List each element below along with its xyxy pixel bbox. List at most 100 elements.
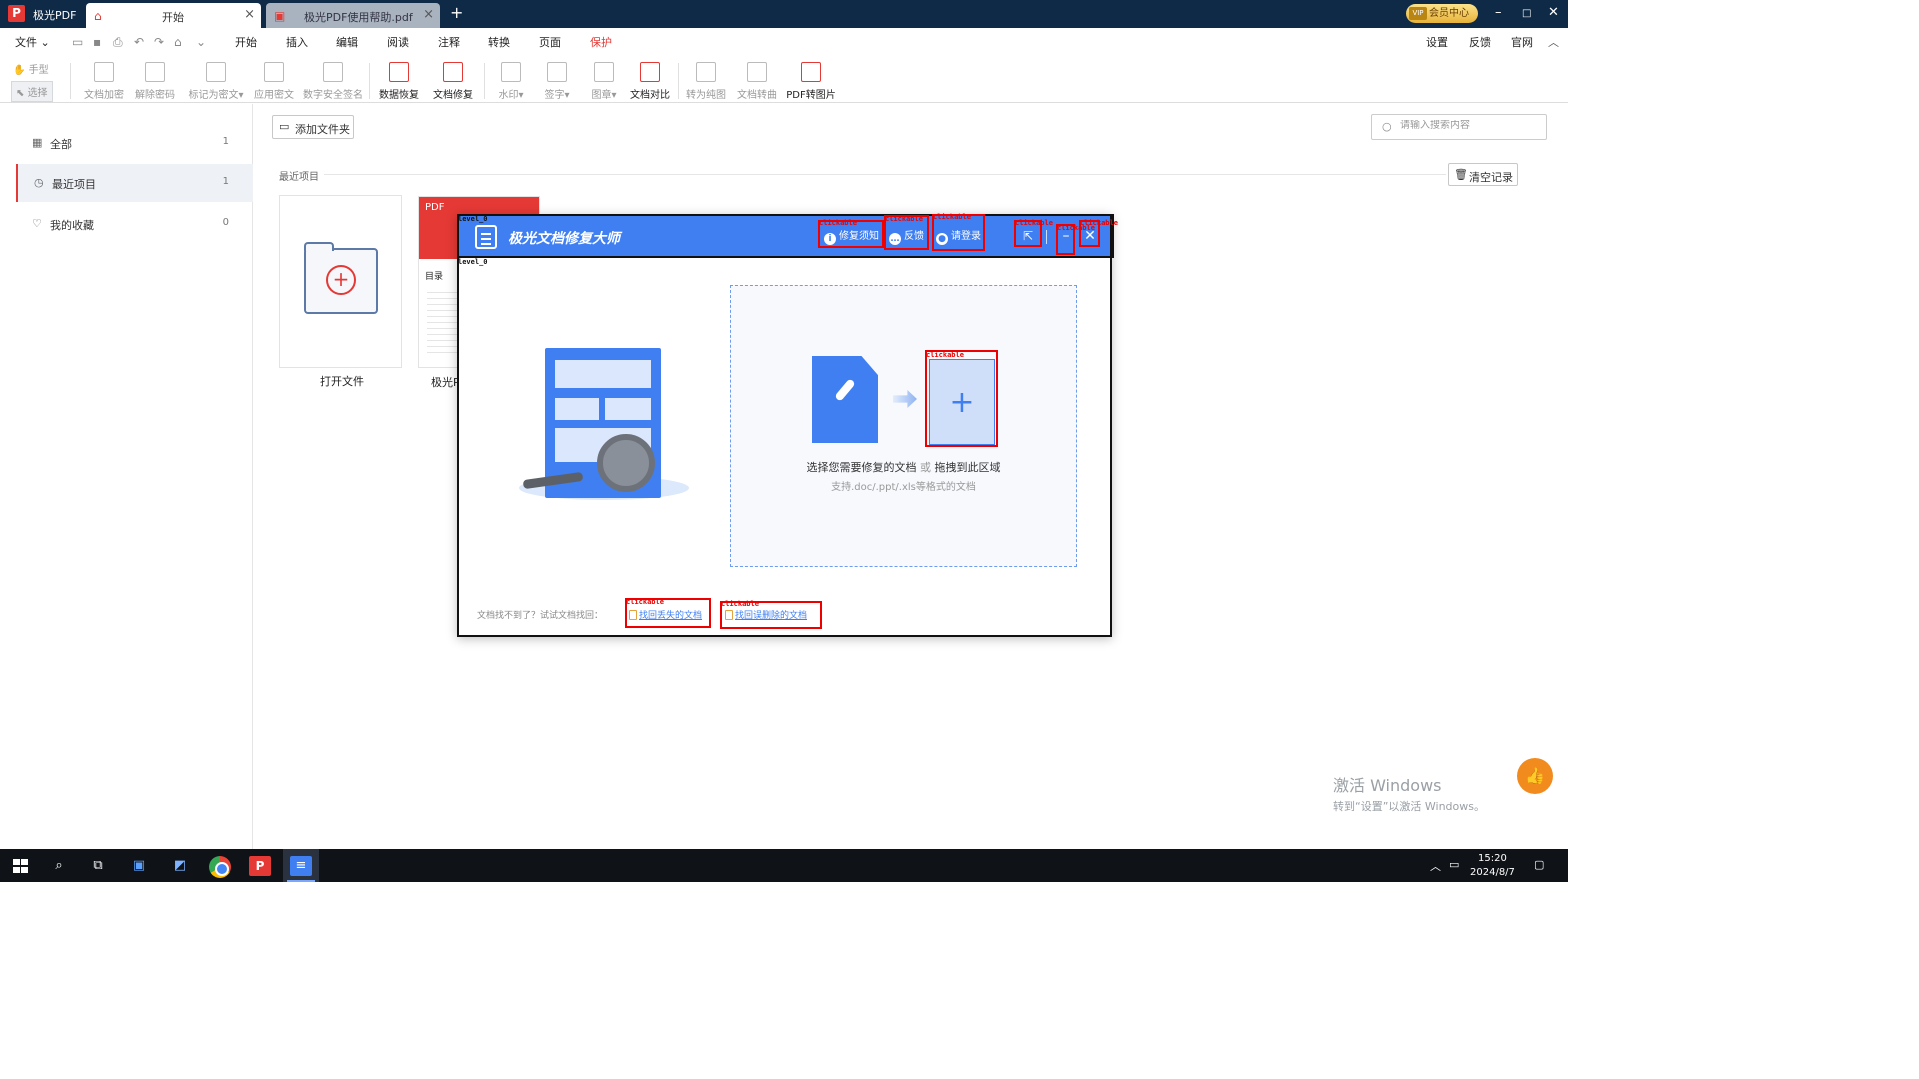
search-input[interactable] [1400,120,1540,131]
watermark-line2: 转到“设置”以激活 Windows。 [1333,800,1485,813]
login-button[interactable]: ● 请登录 [936,226,981,248]
chrome-icon[interactable] [209,856,231,878]
search-box[interactable]: ○ [1371,114,1547,140]
close-tab-icon[interactable]: × [244,7,255,22]
recover-deleted-documents-link[interactable]: 找回误删除的文档 [725,608,807,621]
menu-annotate[interactable]: 注释 [438,34,460,50]
outline-text-button[interactable]: 文档转曲 [735,62,779,101]
repair-illustration [509,326,699,526]
clickable-tag: clickable [626,598,664,606]
collapse-ribbon-icon[interactable]: ︿ [1548,34,1559,50]
dialog-header: 极光文档修复大师 i 修复须知 … 反馈 ● 请登录 ⇱ – ✕ [459,216,1110,258]
open-file-label: 打开文件 [320,375,364,388]
close-window-icon[interactable]: ✕ [1548,5,1559,20]
menu-protect[interactable]: 保护 [588,34,614,55]
sign-button[interactable]: 签字▾ [542,62,572,101]
network-icon[interactable]: ▭ [1449,858,1459,871]
add-folder-label: 添加文件夹 [295,123,350,136]
clickable-tag: clickable [1015,219,1053,227]
stamp-icon [594,62,614,82]
windows-taskbar: ⌕ ⧉ ▣ ◩ P ≡ ︿ ▭ 15:20 2024/8/7 ▢ [0,849,1568,882]
explorer-icon[interactable]: ▣ [128,856,150,876]
tab-pdf-document[interactable]: ▣ 极光PDF使用帮助.pdf × [266,3,440,28]
tab-home[interactable]: ⌂ 开始 × [86,3,261,28]
stamp-button[interactable]: 图章▾ [588,62,620,101]
sidebar-item-favorites[interactable]: ♡ 我的收藏 0 [16,205,253,243]
home-icon[interactable]: ⌂ [174,35,182,49]
undo-icon[interactable]: ↶ [134,35,144,49]
watermark-button[interactable]: 水印▾ [496,62,526,101]
apply-redaction-button[interactable]: 应用密文 [252,62,296,101]
info-icon: i [824,233,836,245]
like-icon[interactable]: 👍 [1517,758,1553,794]
remove-password-button[interactable]: 解除密码 [133,62,177,101]
settings-link[interactable]: 设置 [1426,34,1448,50]
repair-notice-button[interactable]: i 修复须知 [824,226,879,248]
menu-read[interactable]: 阅读 [387,34,409,50]
menu-convert[interactable]: 转换 [488,34,510,50]
menu-page[interactable]: 页面 [539,34,561,50]
menu-start[interactable]: 开始 [235,34,257,50]
redact-icon [206,62,226,82]
jiguang-pdf-taskbar-icon[interactable]: P [249,856,271,876]
recover-lost-documents-link[interactable]: 找回丢失的文档 [629,608,702,621]
divider [324,174,1446,175]
data-recovery-icon [389,62,409,82]
hand-tool[interactable]: ✋ 手型 [13,61,49,76]
clear-history-button[interactable]: 🗑 清空记录 [1448,163,1518,186]
dialog-feedback-button[interactable]: … 反馈 [889,226,924,248]
digital-signature-button[interactable]: 数字安全签名 [301,62,365,101]
add-file-button[interactable]: + [929,359,995,445]
feedback-link[interactable]: 反馈 [1469,34,1491,50]
add-folder-button[interactable]: ▭ 添加文件夹 [272,115,354,139]
website-link[interactable]: 官网 [1511,34,1533,50]
sidebar-item-count: 1 [222,176,229,187]
sidebar: ▦ 全部 1 ◷ 最近项目 1 ♡ 我的收藏 0 [0,104,253,849]
home-icon: ⌂ [94,9,102,23]
chevron-up-icon[interactable]: ︿ [1430,858,1441,874]
select-tool[interactable]: ⬉ 选择 [11,81,53,102]
pdf-to-image-button[interactable]: PDF转图片 [786,62,836,101]
new-tab-button[interactable]: + [450,3,463,22]
clickable-tag: clickable [819,219,857,227]
file-drop-zone[interactable]: + 选择您需要修复的文档 或 拖拽到此区域 支持.doc/.ppt/.xls等格… [730,285,1077,567]
app-icon[interactable]: ◩ [169,856,191,876]
arrow-right-icon [893,390,917,408]
supported-formats-text: 支持.doc/.ppt/.xls等格式的文档 [831,482,976,493]
sidebar-item-recent[interactable]: ◷ 最近项目 1 [16,164,253,202]
repair-tool-taskbar-icon[interactable]: ≡ [290,856,312,876]
pdf-image-icon [801,62,821,82]
encrypt-document-button[interactable]: 文档加密 [82,62,126,101]
search-icon[interactable]: ⌕ [48,856,70,876]
redo-icon[interactable]: ↷ [154,35,164,49]
save-icon[interactable]: ▪ [93,35,101,49]
clear-history-label: 清空记录 [1469,171,1513,184]
repair-dialog: 极光文档修复大师 i 修复须知 … 反馈 ● 请登录 ⇱ – ✕ + 选择您需要修复的… [457,214,1112,637]
vip-center-button[interactable]: 会员中心 [1406,4,1478,23]
start-icon[interactable] [10,856,32,876]
pdf-file-name: 极光P [431,376,460,389]
convert-to-image-only-button[interactable]: 转为纯图 [684,62,728,101]
mark-redaction-button[interactable]: 标记为密文▾ [186,62,246,101]
close-tab-icon[interactable]: × [423,7,434,22]
search-icon: ○ [1382,120,1392,133]
task-view-icon[interactable]: ⧉ [87,856,109,876]
ribbon-toolbar: ✋ 手型 ⬉ 选择 文档加密 解除密码 标记为密文▾ 应用密文 数字安全签名 数… [0,53,1568,103]
sidebar-item-all[interactable]: ▦ 全部 1 [16,124,253,162]
minimize-icon[interactable]: – [1495,5,1502,20]
dialog-title: 极光文档修复大师 [508,231,620,247]
data-recovery-button[interactable]: 数据恢复 [377,62,421,101]
menu-insert[interactable]: 插入 [286,34,308,50]
clock[interactable]: 15:20 2024/8/7 [1470,852,1515,880]
notification-icon[interactable]: ▢ [1534,858,1544,871]
export-icon[interactable]: ⇱ [1019,225,1037,247]
menu-edit[interactable]: 编辑 [336,34,358,50]
open-file-card[interactable]: + [279,195,402,368]
print-icon[interactable]: ⎙ [113,35,123,50]
chevron-down-icon[interactable]: ⌄ [196,35,206,49]
open-folder-icon[interactable]: ▭ [72,35,83,49]
maximize-icon[interactable]: □ [1522,8,1531,19]
file-menu[interactable]: 文件 ⌄ [15,34,50,50]
document-repair-button[interactable]: 文档修复 [431,62,475,101]
document-compare-button[interactable]: 文档对比 [628,62,672,101]
